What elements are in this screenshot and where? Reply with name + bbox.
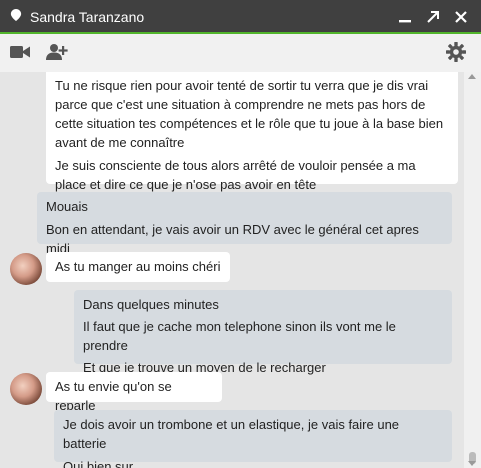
message-text: As tu manger au moins chéri: [55, 259, 221, 274]
message-list[interactable]: Tu ne risque rien pour avoir tenté de so…: [0, 72, 464, 468]
message-text: Il faut que je cache mon telephone sinon…: [83, 319, 396, 353]
scroll-up-arrow-icon[interactable]: [468, 74, 476, 79]
add-person-icon[interactable]: [46, 43, 68, 61]
message-text: Tu ne risque rien pour avoir tenté de so…: [55, 78, 444, 150]
incoming-message-bubble: As tu manger au moins chéri: [46, 252, 230, 282]
outgoing-message-bubble: Mouais Bon en attendant, je vais avoir u…: [37, 192, 452, 256]
contact-avatar[interactable]: [10, 253, 42, 285]
message-text: Je suis consciente de tous alors arrêté …: [55, 158, 416, 192]
message-text: Mouais: [46, 199, 88, 214]
settings-gear-icon[interactable]: [446, 42, 466, 62]
chat-window: Sandra Taranzano Tu ne risque rien pour …: [0, 0, 481, 468]
close-icon[interactable]: [454, 10, 468, 24]
minimize-icon[interactable]: [398, 10, 412, 24]
chat-toolbar: [0, 34, 481, 73]
incoming-message-bubble: As tu envie qu'on se reparle: [46, 372, 222, 413]
contact-avatar[interactable]: [10, 373, 42, 405]
outgoing-message-bubble: Je dois avoir un trombone et un elastiqu…: [54, 410, 452, 468]
outgoing-message-bubble: Dans quelques minutes Il faut que je cac…: [74, 290, 452, 375]
message-text: Dans quelques minutes: [83, 297, 219, 312]
map-pin-icon: [10, 9, 22, 21]
popout-icon[interactable]: [426, 10, 440, 24]
message-text: Oui bien sur: [63, 459, 134, 468]
chat-scrollbar[interactable]: [464, 72, 481, 468]
scroll-down-arrow-icon[interactable]: [468, 461, 476, 466]
contact-name: Sandra Taranzano: [30, 9, 145, 25]
video-call-icon[interactable]: [10, 45, 30, 59]
incoming-message-bubble: Tu ne risque rien pour avoir tenté de so…: [46, 72, 458, 192]
title-bar[interactable]: Sandra Taranzano: [0, 0, 481, 34]
message-text: Je dois avoir un trombone et un elastiqu…: [63, 417, 400, 451]
